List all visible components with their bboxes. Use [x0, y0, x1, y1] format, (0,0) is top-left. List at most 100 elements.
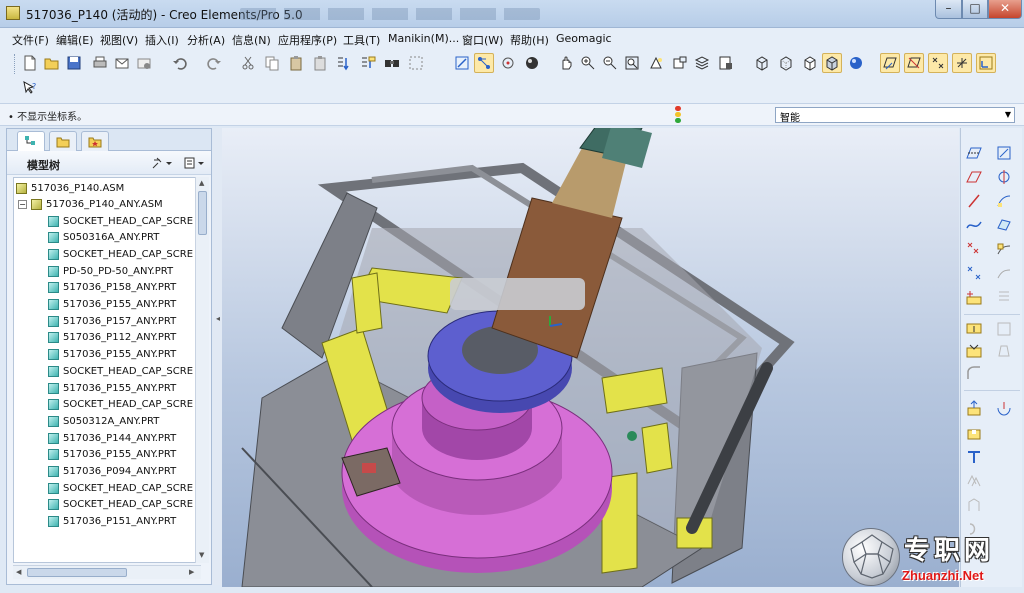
hidden-line-icon[interactable]: [776, 53, 796, 73]
repaint-icon[interactable]: [452, 53, 472, 73]
offset-point-tool-icon[interactable]: [963, 262, 985, 284]
zoom-out-icon[interactable]: [600, 53, 620, 73]
tree-row[interactable]: 517036_P155_ANY.PRT: [48, 347, 176, 363]
layers-icon[interactable]: [692, 53, 712, 73]
menu-applications[interactable]: 应用程序(P): [278, 32, 337, 48]
email-icon[interactable]: [112, 53, 132, 73]
graphics-window[interactable]: [222, 128, 959, 587]
panel-splitter[interactable]: ◂: [213, 128, 222, 585]
draft-tool-icon[interactable]: [993, 340, 1015, 362]
datum-planes-icon[interactable]: [880, 53, 900, 73]
tree-row[interactable]: S050316A_ANY.PRT: [48, 230, 159, 246]
menu-insert[interactable]: 插入(I): [145, 32, 179, 48]
tree-root[interactable]: 517036_P140.ASM: [16, 180, 124, 196]
paste-special-icon[interactable]: [310, 53, 330, 73]
axis-tool-icon[interactable]: [993, 166, 1015, 188]
orient-mode-icon[interactable]: [498, 53, 518, 73]
regenerate-manager-icon[interactable]: [358, 53, 378, 73]
zoom-in-icon[interactable]: [578, 53, 598, 73]
rib-tool-icon[interactable]: [963, 340, 985, 362]
tree-row[interactable]: 517036_P155_ANY.PRT: [48, 380, 176, 396]
regenerate-icon[interactable]: [334, 53, 354, 73]
scroll-thumb[interactable]: [27, 568, 127, 577]
revolve-tool-icon[interactable]: [993, 398, 1015, 420]
datum-plane-tool-icon[interactable]: [963, 142, 985, 164]
chamfer-tool-icon[interactable]: [963, 446, 985, 468]
tree-vertical-scrollbar[interactable]: ▲ ▼: [195, 177, 209, 563]
variable-sweep-icon[interactable]: [993, 238, 1015, 260]
tab-folder-browser[interactable]: [49, 131, 77, 151]
collapse-panel-icon[interactable]: ◂: [216, 314, 220, 323]
round-tool-icon[interactable]: [963, 362, 985, 384]
menu-geomagic[interactable]: Geomagic: [556, 32, 612, 45]
tree-row[interactable]: PD-50_PD-50_ANY.PRT: [48, 263, 173, 279]
email-link-icon[interactable]: [134, 53, 154, 73]
tree-row[interactable]: 517036_P151_ANY.PRT: [48, 514, 176, 530]
copy-icon[interactable]: [262, 53, 282, 73]
undo-icon[interactable]: [170, 53, 190, 73]
minimize-button[interactable]: –: [935, 0, 962, 19]
enhanced-realism-icon[interactable]: [846, 53, 866, 73]
refit-icon[interactable]: [622, 53, 642, 73]
cut-tool-icon[interactable]: [963, 422, 985, 444]
spin-center-icon[interactable]: [474, 53, 494, 73]
menu-window[interactable]: 窗口(W): [462, 32, 503, 48]
cut-icon[interactable]: [238, 53, 258, 73]
tree-row[interactable]: SOCKET_HEAD_CAP_SCRE: [48, 397, 193, 413]
tree-row[interactable]: SOCKET_HEAD_CAP_SCRE: [48, 246, 193, 262]
datum-axes-icon[interactable]: [904, 53, 924, 73]
swept-blend-icon[interactable]: [993, 262, 1015, 284]
sweep-tool-icon[interactable]: [993, 190, 1015, 212]
pattern-tool-icon[interactable]: [963, 470, 985, 492]
menu-tools[interactable]: 工具(T): [343, 32, 380, 48]
scroll-up-icon[interactable]: ▲: [199, 179, 204, 187]
shading-icon[interactable]: [822, 53, 842, 73]
tab-favorites[interactable]: [81, 131, 109, 151]
menu-help[interactable]: 帮助(H): [510, 32, 549, 48]
scroll-right-icon[interactable]: ▶: [189, 568, 194, 576]
csys-tool-icon[interactable]: [963, 286, 985, 308]
tree-settings-button[interactable]: [149, 155, 175, 171]
menu-manikin[interactable]: Manikin(M)...: [388, 32, 459, 45]
find-icon[interactable]: [382, 53, 402, 73]
shell-tool-icon[interactable]: [993, 318, 1015, 340]
maximize-button[interactable]: □: [962, 0, 988, 19]
tree-row[interactable]: SOCKET_HEAD_CAP_SCRE: [48, 213, 193, 229]
menu-analysis[interactable]: 分析(A): [187, 32, 225, 48]
no-hidden-icon[interactable]: [800, 53, 820, 73]
select-box-icon[interactable]: [406, 53, 426, 73]
tree-row[interactable]: 517036_P155_ANY.PRT: [48, 297, 176, 313]
tree-horizontal-scrollbar[interactable]: ◀ ▶: [13, 565, 201, 579]
datum-curve-tool-icon[interactable]: [963, 214, 985, 236]
helical-sweep-icon[interactable]: [993, 286, 1015, 308]
hole-tool-icon[interactable]: [963, 318, 985, 340]
tree-row[interactable]: 517036_P144_ANY.PRT: [48, 430, 176, 446]
saved-views-icon[interactable]: [670, 53, 690, 73]
redo-icon[interactable]: [204, 53, 224, 73]
paste-icon[interactable]: [286, 53, 306, 73]
datum-point-tool-icon[interactable]: [963, 238, 985, 260]
collapse-icon[interactable]: −: [18, 199, 27, 209]
tree-subassembly[interactable]: − 517036_P140_ANY.ASM: [18, 196, 163, 212]
menu-info[interactable]: 信息(N): [232, 32, 271, 48]
tree-row[interactable]: SOCKET_HEAD_CAP_SCRE: [48, 363, 193, 379]
csys-display-icon[interactable]: [976, 53, 996, 73]
sketch-tool-icon[interactable]: [993, 142, 1015, 164]
tab-model-tree[interactable]: [17, 131, 45, 152]
datum-axis-tool-icon[interactable]: [963, 190, 985, 212]
menu-edit[interactable]: 编辑(E): [56, 32, 94, 48]
tree-row[interactable]: 517036_P155_ANY.PRT: [48, 447, 176, 463]
tree-row[interactable]: 517036_P094_ANY.PRT: [48, 464, 176, 480]
appearance-icon[interactable]: [522, 53, 542, 73]
open-icon[interactable]: [42, 53, 62, 73]
wireframe-icon[interactable]: [752, 53, 772, 73]
scroll-thumb[interactable]: [198, 191, 207, 235]
datum-points-icon[interactable]: [928, 53, 948, 73]
close-button[interactable]: ✕: [988, 0, 1022, 19]
pan-icon[interactable]: [556, 53, 576, 73]
new-icon[interactable]: [20, 53, 40, 73]
view-manager-icon[interactable]: [716, 53, 736, 73]
tree-row[interactable]: 517036_P157_ANY.PRT: [48, 313, 176, 329]
whats-this-icon[interactable]: ?: [20, 78, 40, 98]
scroll-left-icon[interactable]: ◀: [16, 568, 21, 576]
